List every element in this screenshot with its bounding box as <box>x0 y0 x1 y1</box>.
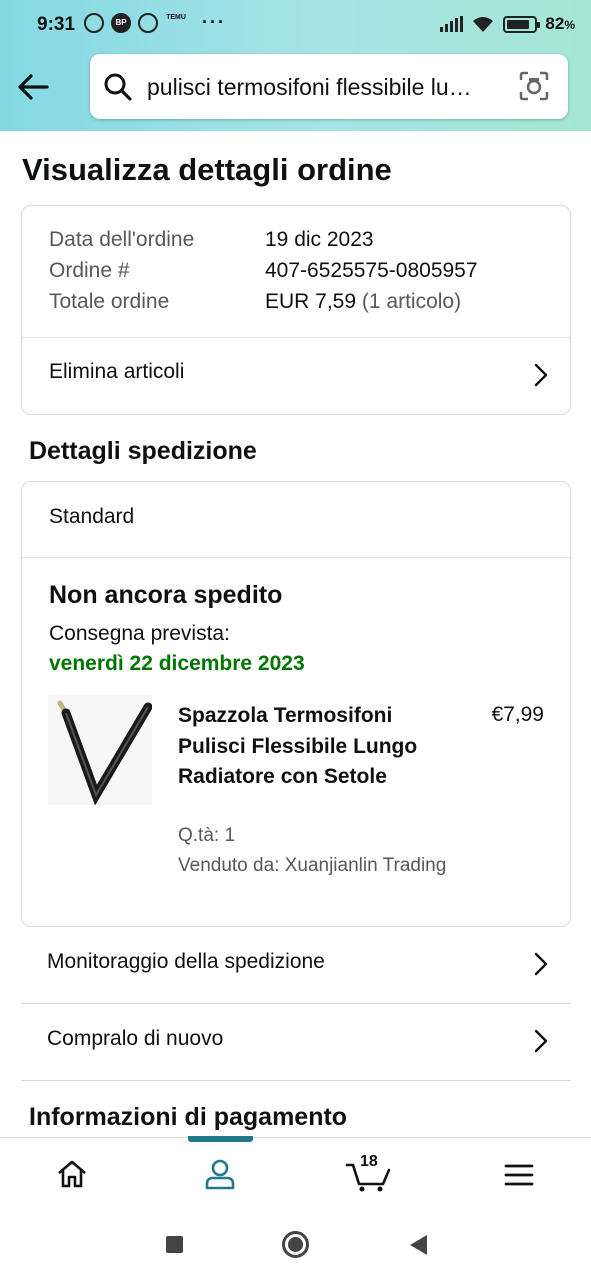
chevron-right-icon <box>534 1029 548 1053</box>
search-input[interactable]: pulisci termosifoni flessibile lu… <box>147 74 507 101</box>
shipment-status: Non ancora spedito <box>49 581 283 609</box>
shipping-section-title: Dettagli spedizione <box>29 437 257 465</box>
buy-again-row[interactable]: Compralo di nuovo <box>21 1004 571 1081</box>
payment-section-title: Informazioni di pagamento <box>29 1103 348 1131</box>
chevron-right-icon <box>534 363 548 387</box>
more-notifications-icon: ··· <box>202 12 226 32</box>
active-tab-indicator <box>188 1136 253 1142</box>
bp-icon: BP <box>111 12 131 33</box>
page-title: Visualizza dettagli ordine <box>22 152 392 187</box>
shipping-method: Standard <box>49 505 135 528</box>
cart-icon[interactable] <box>345 1162 391 1192</box>
account-icon[interactable] <box>204 1158 236 1190</box>
delivery-date: venerdì 22 dicembre 2023 <box>49 652 305 675</box>
order-number-label: Ordine # <box>49 259 130 282</box>
delete-items-label: Elimina articoli <box>49 360 185 383</box>
notification-icons: BP TEMU ··· <box>84 12 226 33</box>
camera-search-icon[interactable] <box>518 70 550 102</box>
shipment-card: Standard Non ancora spedito Consegna pre… <box>21 481 571 927</box>
bottom-navigation: 18 <box>0 1136 591 1210</box>
order-total-label: Totale ordine <box>49 290 170 313</box>
search-bar[interactable]: pulisci termosifoni flessibile lu… <box>90 54 568 119</box>
order-number-value: 407-6525575-0805957 <box>265 259 478 282</box>
battery-percent: 82% <box>545 14 575 33</box>
app-icon <box>138 12 158 33</box>
wifi-icon <box>473 17 494 32</box>
order-total-value: EUR 7,59 (1 articolo) <box>265 290 462 313</box>
battery-level <box>507 19 529 29</box>
menu-icon[interactable] <box>504 1162 534 1188</box>
home-button[interactable] <box>282 1231 309 1258</box>
back-arrow-icon[interactable] <box>16 70 50 104</box>
search-icon <box>104 73 132 101</box>
system-navigation <box>0 1210 591 1280</box>
order-summary-card: Data dell'ordine 19 dic 2023 Ordine # 40… <box>21 205 571 415</box>
chevron-right-icon <box>534 952 548 976</box>
back-button[interactable] <box>410 1235 427 1255</box>
status-bar: 9:31 BP TEMU ··· 82% <box>0 0 591 50</box>
product-name[interactable]: Spazzola Termosifoni Pulisci Flessibile … <box>178 701 428 793</box>
recent-apps-button[interactable] <box>166 1236 183 1253</box>
track-shipment-label: Monitoraggio della spedizione <box>47 950 325 973</box>
header: 9:31 BP TEMU ··· 82% pulisci termosifoni… <box>0 0 591 131</box>
divider <box>22 557 570 558</box>
product-image[interactable] <box>48 695 152 805</box>
buy-again-label: Compralo di nuovo <box>47 1027 224 1050</box>
alarm-icon <box>84 12 104 33</box>
temu-icon: TEMU <box>166 13 186 21</box>
status-time: 9:31 <box>37 14 76 35</box>
order-date-label: Data dell'ordine <box>49 228 195 251</box>
product-price: €7,99 <box>491 703 544 726</box>
battery-icon <box>503 15 541 33</box>
product-seller: Venduto da: Xuanjianlin Trading <box>178 855 447 876</box>
signal-icon <box>440 16 464 32</box>
delete-items-row[interactable]: Elimina articoli <box>22 338 570 414</box>
product-quantity: Q.tà: 1 <box>178 825 236 846</box>
order-date-value: 19 dic 2023 <box>265 228 374 251</box>
system-indicators: 82% <box>440 14 575 34</box>
delivery-label: Consegna prevista: <box>49 622 230 645</box>
home-icon[interactable] <box>56 1158 88 1190</box>
track-shipment-row[interactable]: Monitoraggio della spedizione <box>21 927 571 1004</box>
